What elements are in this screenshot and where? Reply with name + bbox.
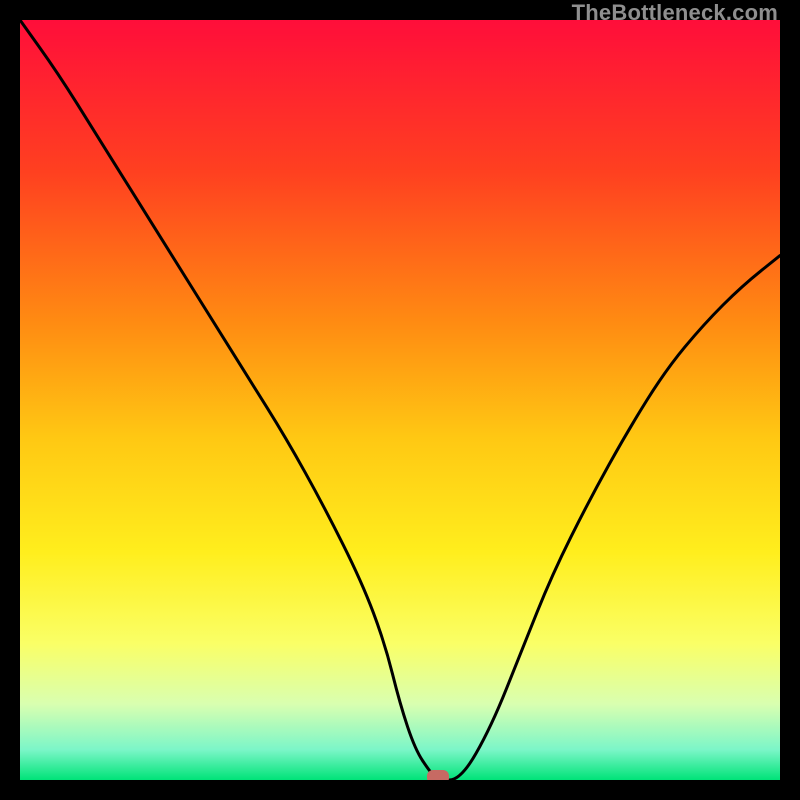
gradient-background — [20, 20, 780, 780]
optimal-marker — [427, 770, 449, 780]
watermark-text: TheBottleneck.com — [572, 0, 778, 26]
bottleneck-chart — [20, 20, 780, 780]
chart-frame — [20, 20, 780, 780]
